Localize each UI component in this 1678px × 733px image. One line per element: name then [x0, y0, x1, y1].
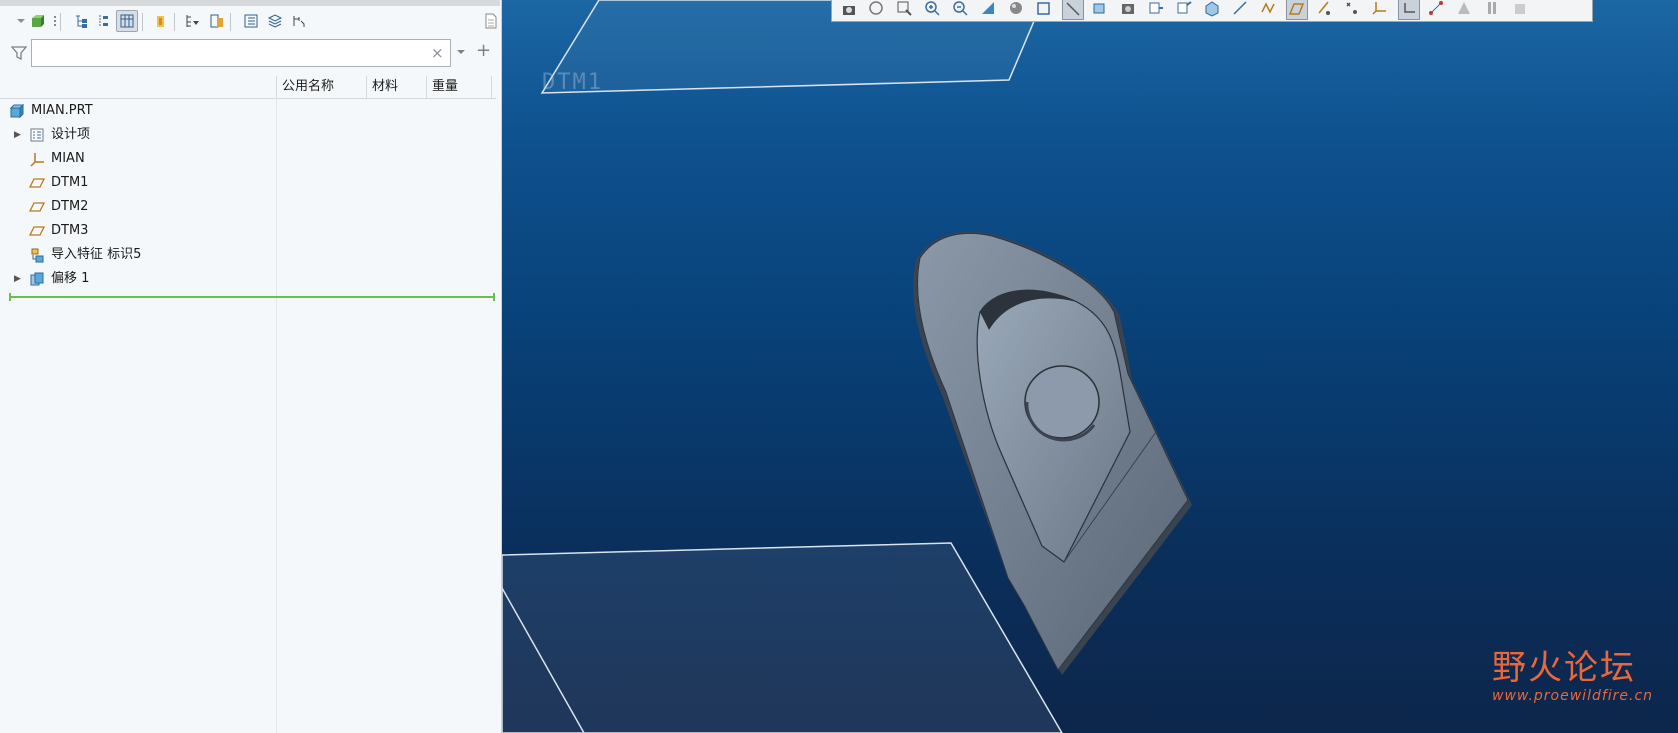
tree-item-label: DTM2 — [51, 199, 89, 214]
named-view-icon[interactable] — [1062, 0, 1084, 20]
filter-icon[interactable] — [10, 44, 28, 66]
axis-display-icon[interactable] — [1314, 0, 1336, 20]
tree-item-dtm2[interactable]: DTM2 — [0, 195, 276, 219]
part-icon — [9, 103, 25, 119]
tree-item-dtm1[interactable]: DTM1 — [0, 171, 276, 195]
pause-icon[interactable] — [1482, 0, 1504, 20]
point-display-icon[interactable] — [1342, 0, 1364, 20]
tree-item-label: 导入特征 标识5 — [51, 247, 142, 262]
datum-plane-icon — [28, 175, 46, 191]
tree-item-label: MIAN — [51, 151, 85, 166]
design-items-icon — [29, 127, 45, 143]
toolbar-separator — [174, 13, 175, 31]
clear-icon[interactable]: × — [431, 44, 444, 62]
import-feature-icon — [29, 247, 45, 263]
search-input[interactable] — [31, 39, 451, 67]
layer-icon[interactable] — [206, 10, 228, 32]
annotation-display-icon[interactable] — [1230, 0, 1252, 20]
tree-item-mian-prt[interactable]: MIAN.PRT — [0, 99, 276, 123]
expand-arrow-icon[interactable]: ▶ — [14, 123, 24, 147]
saved-orientation-icon[interactable] — [1454, 0, 1476, 20]
datum-display-icon[interactable] — [1258, 0, 1280, 20]
column-name[interactable] — [0, 76, 276, 98]
tree-item-import-feature[interactable]: 导入特征 标识5 — [0, 243, 276, 267]
graphics-toolbar — [831, 0, 1593, 22]
search-row: × + — [0, 39, 500, 69]
watermark-logo-text: 野火论坛 — [1492, 648, 1636, 688]
model-view — [502, 0, 1192, 733]
expand-arrow-icon[interactable]: ▶ — [14, 267, 24, 291]
tree-item-offset[interactable]: ▶ 偏移 1 — [0, 267, 276, 291]
toolbar-separator — [60, 13, 61, 31]
tree-item-label: DTM3 — [51, 223, 89, 238]
layers-icon[interactable] — [264, 10, 286, 32]
tree-item-dtm3[interactable]: DTM3 — [0, 219, 276, 243]
tree-item-design-items[interactable]: ▶ 设计项 — [0, 123, 276, 147]
tree-item-label: 设计项 — [51, 127, 91, 142]
coordinate-system-icon — [29, 151, 45, 167]
csys-tag-icon[interactable] — [1398, 0, 1420, 20]
model-tree-toolbar — [8, 10, 497, 36]
tree-settings-icon[interactable] — [44, 10, 66, 32]
datum-plane-icon — [28, 199, 46, 215]
toolbar-separator — [142, 13, 143, 31]
tree-column-header: 公用名称 材料 重量 — [0, 76, 496, 99]
zoom-box-icon[interactable] — [894, 0, 916, 20]
watermark: 野火论坛 www.proewildfire.cn — [1492, 648, 1653, 704]
column-material[interactable]: 材料 — [366, 76, 426, 98]
insert-here-line[interactable] — [9, 293, 495, 301]
page-icon[interactable] — [480, 10, 502, 32]
chevron-down-icon[interactable] — [456, 46, 466, 61]
datum-plane-icon — [28, 223, 46, 239]
column-common-name[interactable]: 公用名称 — [276, 76, 366, 98]
datum-plane-bottom[interactable] — [502, 542, 1063, 733]
dimension-icon[interactable] — [1426, 0, 1448, 20]
view-manager-icon[interactable] — [1118, 0, 1140, 20]
spin-center-icon[interactable] — [1202, 0, 1224, 20]
tree-item-label: MIAN.PRT — [31, 103, 93, 118]
tree-columns-icon[interactable] — [240, 10, 262, 32]
show-icon[interactable] — [150, 10, 172, 32]
filter-tree-icon[interactable] — [182, 10, 204, 32]
toolbar-separator — [230, 13, 231, 31]
offset-feature-icon — [29, 271, 45, 287]
expand-tree-icon[interactable] — [70, 10, 92, 32]
tree-item-csys[interactable]: MIAN — [0, 147, 276, 171]
shading-icon[interactable] — [1006, 0, 1028, 20]
extra-icon[interactable] — [1510, 0, 1532, 20]
watermark-url: www.proewildfire.cn — [1492, 688, 1654, 704]
section-icon[interactable] — [1090, 0, 1112, 20]
csys-display-icon[interactable] — [1370, 0, 1392, 20]
tree-item-label: DTM1 — [51, 175, 89, 190]
screenshot-icon[interactable] — [838, 0, 860, 20]
collapse-tree-icon[interactable] — [92, 10, 114, 32]
view-orientation-icon[interactable] — [1034, 0, 1056, 20]
datum-label: DTM1 — [542, 70, 603, 95]
graphics-viewport[interactable]: DTM1 野火论坛 www.proewildfire.cn — [502, 0, 1678, 733]
perspective-icon[interactable] — [1174, 0, 1196, 20]
model-tree-panel: × + 公用名称 材料 重量 MIAN.PRT ▶ 设计项 MIAN DTM1 … — [0, 0, 502, 733]
flip-icon[interactable] — [288, 10, 310, 32]
zoom-out-icon[interactable] — [950, 0, 972, 20]
tree-item-label: 偏移 1 — [51, 271, 90, 286]
column-weight[interactable]: 重量 — [426, 76, 492, 98]
repaint-icon[interactable] — [978, 0, 1000, 20]
panel-tab-strip — [0, 0, 500, 6]
refit-icon[interactable] — [866, 0, 888, 20]
add-icon[interactable]: + — [476, 40, 491, 61]
columns-icon[interactable] — [116, 10, 138, 32]
zoom-in-icon[interactable] — [922, 0, 944, 20]
column-divider — [276, 98, 277, 733]
display-style-icon[interactable] — [1146, 0, 1168, 20]
plane-display-icon[interactable] — [1286, 0, 1308, 20]
